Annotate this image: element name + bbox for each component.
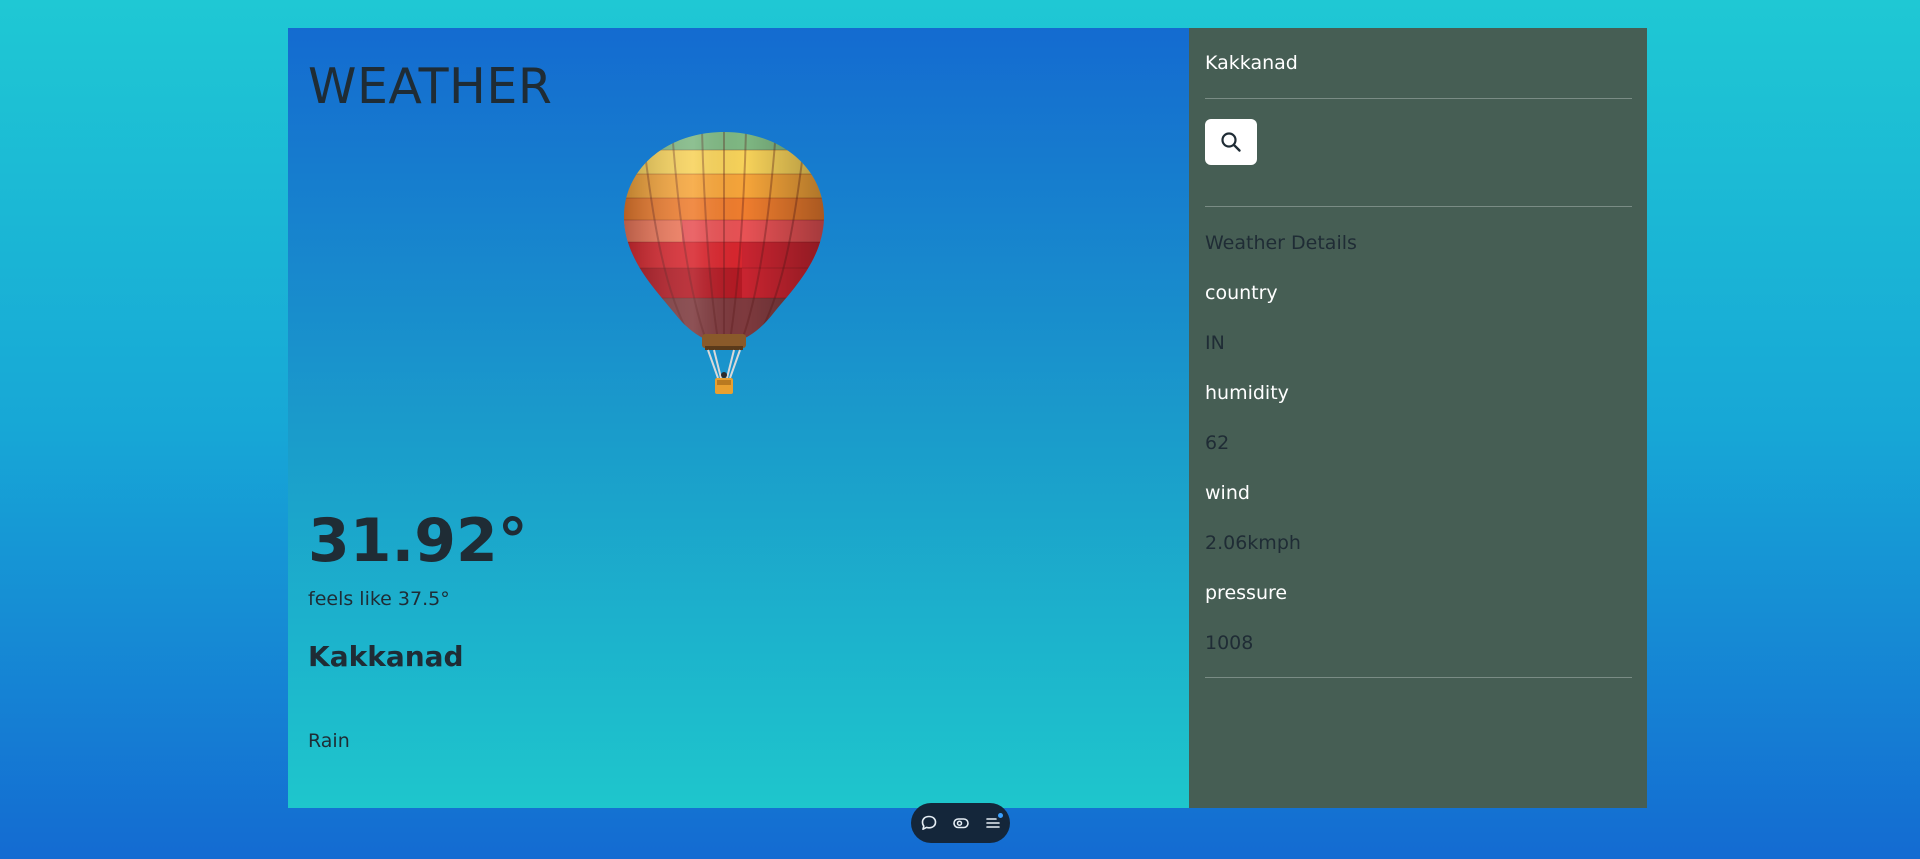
hot-air-balloon-image [623,132,825,394]
weather-condition: Rain [308,730,350,752]
chat-icon [921,815,936,830]
app-title: WEATHER [308,58,553,115]
search-icon [1221,132,1241,152]
detail-value-country: IN [1205,332,1225,354]
eye-icon [952,818,969,829]
detail-label-pressure: pressure [1205,582,1288,604]
view-toggle-button[interactable] [950,812,972,834]
details-sidebar: Kakkanad Weather Details country IN humi… [1189,28,1647,808]
main-weather-panel: WEATHER 31.92° feels like 37.5° Kakkanad… [288,28,1189,808]
weather-details-title: Weather Details [1205,232,1357,254]
divider [1205,206,1632,207]
detail-label-humidity: humidity [1205,382,1289,404]
detail-value-pressure: 1008 [1205,632,1254,654]
temperature: 31.92° [308,506,528,576]
location-text[interactable]: Kakkanad [1205,52,1298,74]
detail-label-wind: wind [1205,482,1250,504]
notification-dot [997,813,1003,818]
floating-toolbar [911,803,1010,843]
city-name: Kakkanad [308,640,464,673]
weather-card: WEATHER 31.92° feels like 37.5° Kakkanad… [288,28,1647,808]
detail-value-humidity: 62 [1205,432,1230,454]
detail-value-wind: 2.06kmph [1205,532,1301,554]
divider [1205,98,1632,99]
detail-label-country: country [1205,282,1278,304]
search-button[interactable] [1205,119,1257,165]
divider [1205,677,1632,678]
menu-button[interactable] [982,812,1004,834]
feels-like: feels like 37.5° [308,588,450,610]
chat-button[interactable] [918,812,940,834]
